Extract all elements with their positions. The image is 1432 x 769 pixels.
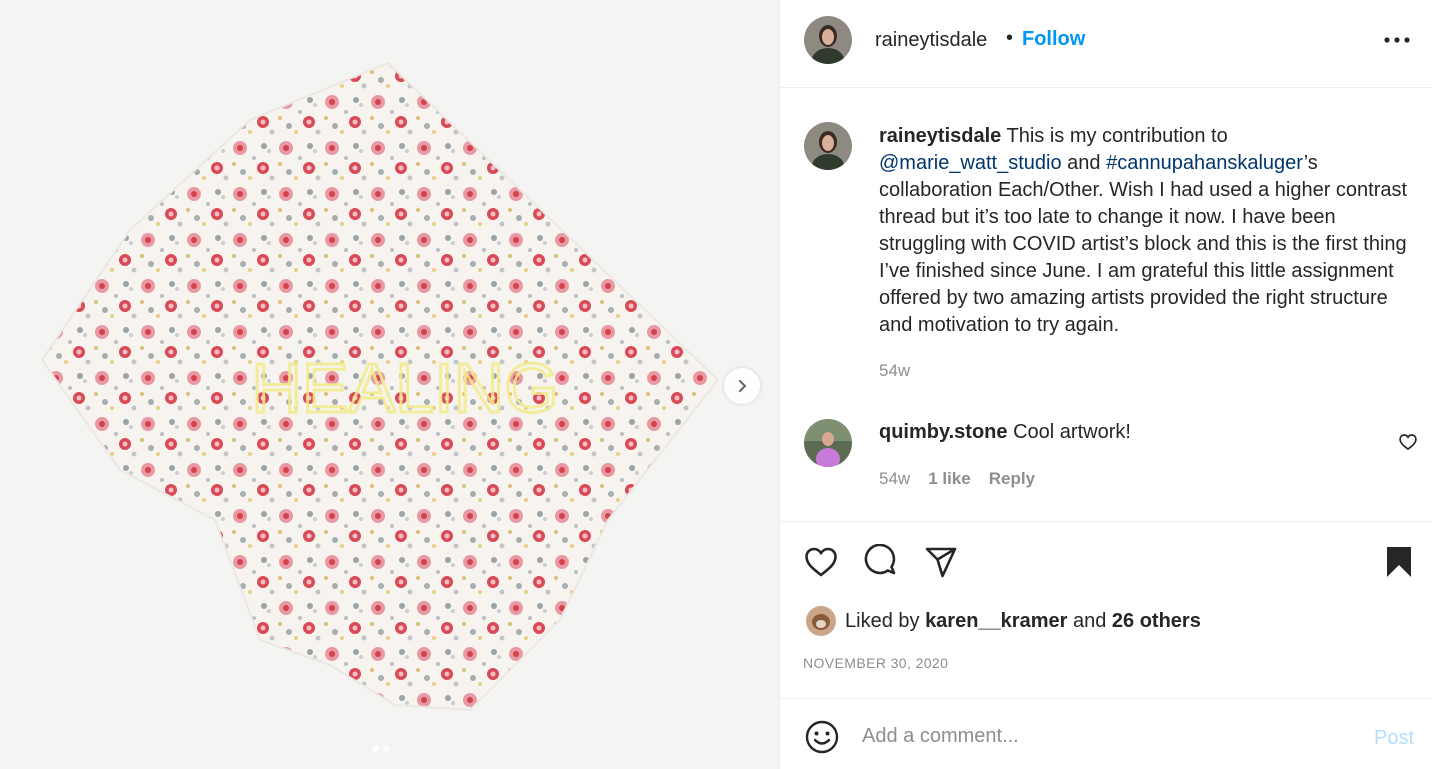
comment-like-heart-icon[interactable] [1398, 432, 1418, 452]
liked-by-user-link[interactable]: karen__kramer [925, 610, 1067, 632]
comment-body: quimby.stone Cool artwork! [879, 421, 1131, 444]
caption-timestamp[interactable]: 54w [879, 361, 910, 381]
follow-button[interactable]: Follow [1022, 28, 1085, 51]
caption-text-and: and [1067, 152, 1101, 174]
author-avatar[interactable] [804, 16, 852, 64]
caption-hashtag-link[interactable]: #cannupahanskaluger [1106, 152, 1304, 174]
author-username[interactable]: raineytisdale [875, 29, 987, 52]
comment-reply-button[interactable]: Reply [989, 469, 1035, 489]
caption-text-body: ’s collaboration Each/Other. Wish I had … [879, 152, 1408, 336]
comment-timestamp[interactable]: 54w [879, 469, 910, 489]
post-actions: Liked by karen__kramer and 26 others NOV… [780, 521, 1432, 699]
liked-by-and: and [1072, 610, 1107, 632]
liked-by-text: Liked by karen__kramer and 26 others [845, 610, 1201, 633]
caption-mention-link[interactable]: @marie_watt_studio [879, 152, 1062, 174]
carousel-indicator [372, 745, 390, 752]
post-media[interactable]: HEALING [0, 0, 779, 769]
like-heart-icon[interactable] [803, 544, 839, 580]
more-options-icon[interactable] [1382, 30, 1412, 50]
comment-likes-link[interactable]: 1 like [928, 469, 971, 489]
post-photo: HEALING [40, 61, 720, 712]
post-caption: raineytisdale This is my contribution to… [879, 123, 1409, 339]
liked-by-prefix: Liked by [845, 610, 920, 632]
photo-stitched-text: HEALING [251, 349, 558, 427]
carousel-dot [383, 745, 390, 752]
post-date[interactable]: NOVEMBER 30, 2020 [803, 655, 948, 671]
caption-text-intro: This is my contribution to [1006, 125, 1228, 147]
post-comment-button[interactable]: Post [1374, 727, 1414, 750]
post-header: raineytisdale • Follow [780, 0, 1432, 88]
save-bookmark-icon[interactable] [1381, 544, 1417, 580]
header-separator: • [1006, 27, 1014, 49]
liked-by-others-link[interactable]: 26 others [1112, 610, 1201, 632]
comment-meta: 54w 1 like Reply [879, 469, 1035, 489]
add-comment-input[interactable] [862, 719, 1342, 753]
post-side-panel: raineytisdale • Follow raineytisdale Thi… [779, 0, 1432, 769]
add-comment-row: Post [780, 698, 1432, 769]
caption-author-avatar[interactable] [804, 122, 852, 170]
comment-bubble-icon[interactable] [863, 544, 899, 580]
emoji-smiley-icon[interactable] [804, 719, 840, 755]
carousel-dot-active [372, 745, 379, 752]
carousel-next-button[interactable] [724, 368, 760, 404]
chevron-right-icon [739, 380, 746, 392]
share-send-icon[interactable] [923, 544, 959, 580]
comment-text: Cool artwork! [1013, 421, 1131, 443]
liked-by-avatar[interactable] [806, 606, 836, 636]
comment-username[interactable]: quimby.stone [879, 421, 1008, 443]
caption-username[interactable]: raineytisdale [879, 125, 1001, 147]
commenter-avatar[interactable] [804, 419, 852, 467]
